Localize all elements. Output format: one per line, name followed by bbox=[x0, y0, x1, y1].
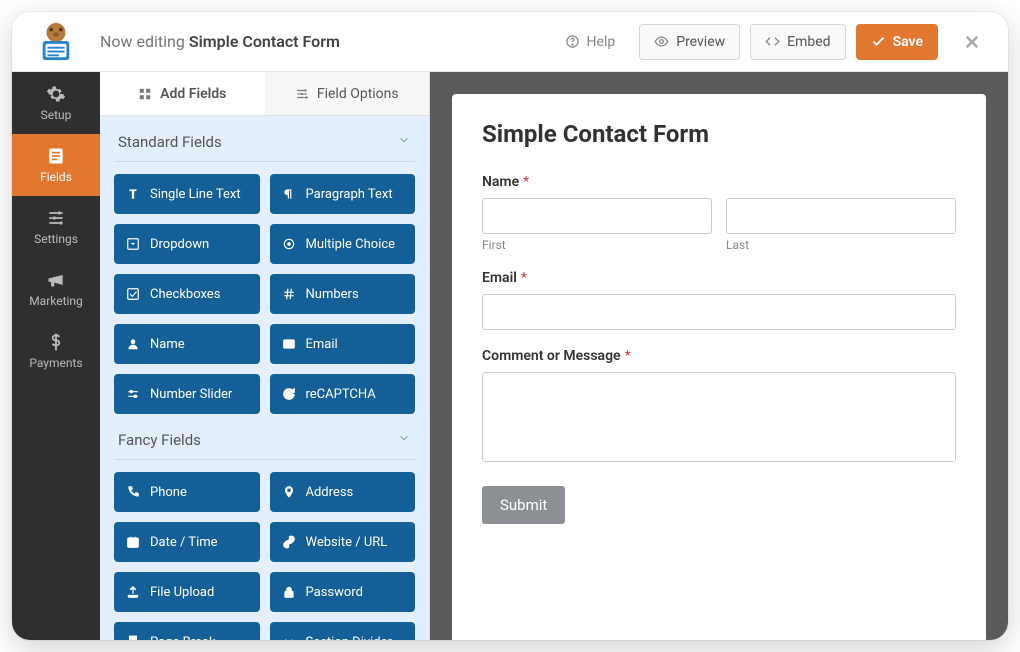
field-dropdown[interactable]: Dropdown bbox=[114, 224, 260, 264]
field-multiple-choice[interactable]: Multiple Choice bbox=[270, 224, 416, 264]
field-checkboxes[interactable]: Checkboxes bbox=[114, 274, 260, 314]
now-editing-label: Now editing Simple Contact Form bbox=[100, 32, 340, 51]
rail-payments[interactable]: Payments bbox=[12, 320, 100, 382]
field-website-url[interactable]: Website / URL bbox=[270, 522, 416, 562]
form-preview-area: Simple Contact Form Name* First Last Ema… bbox=[430, 72, 1008, 640]
preview-button[interactable]: Preview bbox=[639, 24, 740, 60]
check-square-icon bbox=[126, 287, 140, 301]
options-icon bbox=[295, 87, 309, 101]
last-name-input[interactable] bbox=[726, 198, 956, 234]
code-icon bbox=[765, 34, 780, 49]
field-numbers[interactable]: Numbers bbox=[270, 274, 416, 314]
name-label: Name* bbox=[482, 174, 956, 190]
wpforms-logo bbox=[12, 12, 100, 72]
page-break-icon bbox=[126, 635, 140, 640]
phone-icon bbox=[126, 485, 140, 499]
preview-title: Simple Contact Form bbox=[482, 120, 956, 148]
upload-icon bbox=[126, 585, 140, 599]
paragraph-icon bbox=[282, 187, 296, 201]
field-recaptcha[interactable]: reCAPTCHA bbox=[270, 374, 416, 414]
field-password[interactable]: Password bbox=[270, 572, 416, 612]
field-single-line-text[interactable]: Single Line Text bbox=[114, 174, 260, 214]
grid-icon bbox=[138, 87, 152, 101]
radio-icon bbox=[282, 237, 296, 251]
comment-label: Comment or Message* bbox=[482, 348, 956, 364]
eye-icon bbox=[654, 34, 669, 49]
gear-icon bbox=[46, 84, 66, 104]
email-input[interactable] bbox=[482, 294, 956, 330]
rail-fields[interactable]: Fields bbox=[12, 134, 100, 196]
lock-icon bbox=[282, 585, 296, 599]
help-button[interactable]: Help bbox=[551, 24, 630, 60]
top-bar: Now editing Simple Contact Form Help Pre… bbox=[12, 12, 1008, 72]
last-sublabel: Last bbox=[726, 238, 956, 252]
caret-square-icon bbox=[126, 237, 140, 251]
rail-marketing[interactable]: Marketing bbox=[12, 258, 100, 320]
group-header-standard[interactable]: Standard Fields bbox=[114, 116, 415, 162]
chevron-down-icon bbox=[397, 430, 411, 449]
standard-fields-grid: Single Line Text Paragraph Text Dropdown… bbox=[114, 174, 415, 414]
first-sublabel: First bbox=[482, 238, 712, 252]
envelope-icon bbox=[282, 337, 296, 351]
field-email[interactable]: Email bbox=[270, 324, 416, 364]
fields-panel: Add Fields Field Options Standard Fields… bbox=[100, 72, 430, 640]
tab-add-fields[interactable]: Add Fields bbox=[100, 72, 265, 115]
submit-button[interactable]: Submit bbox=[482, 486, 565, 524]
chevron-down-icon bbox=[397, 132, 411, 151]
hash-icon bbox=[282, 287, 296, 301]
sliders-icon bbox=[46, 208, 66, 228]
form-icon bbox=[46, 146, 66, 166]
field-phone[interactable]: Phone bbox=[114, 472, 260, 512]
left-rail: Setup Fields Settings Marketing Payments bbox=[12, 72, 100, 640]
recaptcha-icon bbox=[282, 387, 296, 401]
embed-button[interactable]: Embed bbox=[750, 24, 845, 60]
comment-textarea[interactable] bbox=[482, 372, 956, 462]
field-date-time[interactable]: Date / Time bbox=[114, 522, 260, 562]
check-icon bbox=[871, 34, 886, 49]
field-name[interactable]: Name bbox=[114, 324, 260, 364]
field-page-break[interactable]: Page Break bbox=[114, 622, 260, 640]
group-header-fancy[interactable]: Fancy Fields bbox=[114, 414, 415, 460]
user-icon bbox=[126, 337, 140, 351]
bullhorn-icon bbox=[46, 270, 66, 290]
field-paragraph-text[interactable]: Paragraph Text bbox=[270, 174, 416, 214]
rail-settings[interactable]: Settings bbox=[12, 196, 100, 258]
email-label: Email* bbox=[482, 270, 956, 286]
form-preview-card: Simple Contact Form Name* First Last Ema… bbox=[452, 94, 986, 640]
text-icon bbox=[126, 187, 140, 201]
calendar-icon bbox=[126, 535, 140, 549]
rail-setup[interactable]: Setup bbox=[12, 72, 100, 134]
close-button[interactable] bbox=[954, 24, 990, 60]
slider-icon bbox=[126, 387, 140, 401]
dollar-icon bbox=[46, 332, 66, 352]
help-icon bbox=[565, 34, 580, 49]
divider-icon bbox=[282, 635, 296, 640]
field-section-divider[interactable]: Section Divider bbox=[270, 622, 416, 640]
field-address[interactable]: Address bbox=[270, 472, 416, 512]
save-button[interactable]: Save bbox=[856, 24, 938, 60]
first-name-input[interactable] bbox=[482, 198, 712, 234]
fancy-fields-grid: Phone Address Date / Time Website / URL … bbox=[114, 472, 415, 640]
tab-field-options[interactable]: Field Options bbox=[265, 72, 430, 115]
field-file-upload[interactable]: File Upload bbox=[114, 572, 260, 612]
link-icon bbox=[282, 535, 296, 549]
field-number-slider[interactable]: Number Slider bbox=[114, 374, 260, 414]
map-pin-icon bbox=[282, 485, 296, 499]
